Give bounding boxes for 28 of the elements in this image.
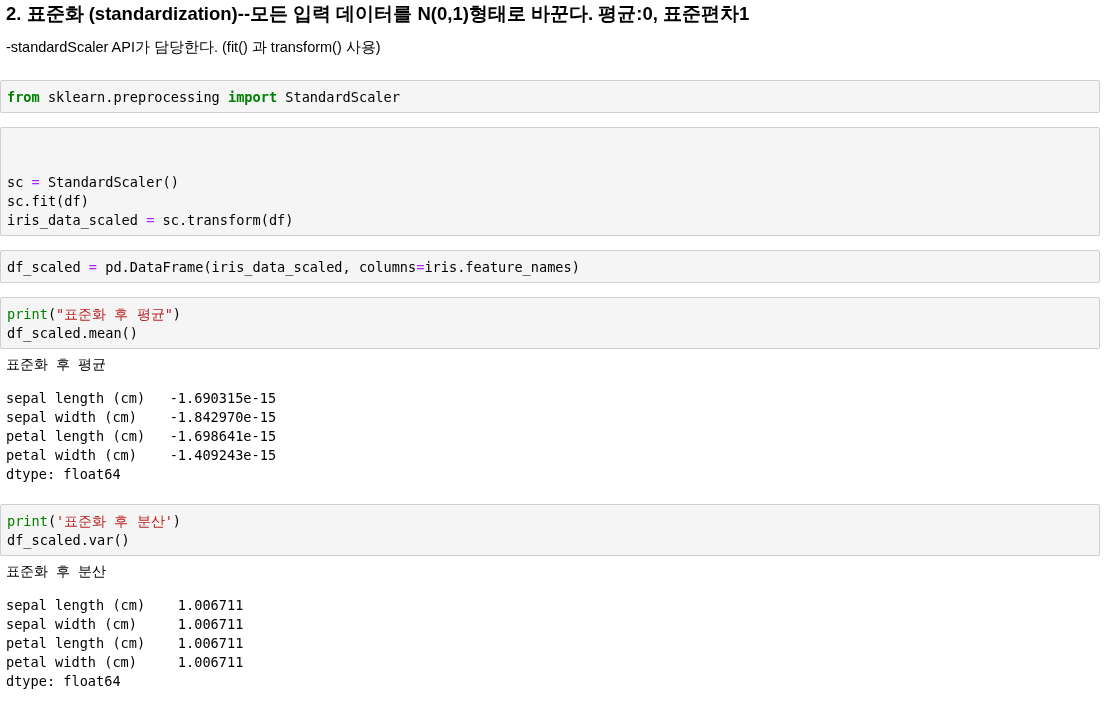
output-line: petal width (cm) 1.006711 xyxy=(6,653,244,672)
output-line: dtype: float64 xyxy=(6,465,121,484)
code-cell[interactable]: sc = StandardScaler() sc.fit(df) iris_data_scaled = sc.transform(df) xyxy=(0,127,1100,236)
code-line: print('표준화 후 분산') xyxy=(7,512,182,531)
output-line: sepal length (cm) -1.690315e-15 xyxy=(6,389,277,408)
output-line: petal width (cm) -1.409243e-15 xyxy=(6,446,277,465)
code-line: df_scaled = pd.DataFrame(iris_data_scaled, columns=iris.feature_names) xyxy=(7,258,580,277)
output-text: 표준화 후 평균 xyxy=(6,355,107,374)
code-line: df_scaled.var() xyxy=(7,531,130,550)
code-cell[interactable]: df_scaled = pd.DataFrame(iris_data_scaled, columns=iris.feature_names) xyxy=(0,250,1100,283)
code-cell[interactable]: print("표준화 후 평균") df_scaled.mean() xyxy=(0,297,1100,349)
output-text: 표준화 후 분산 xyxy=(6,562,107,581)
section-heading: 2. 표준화 (standardization)--모든 입력 데이터를 N(0,1)형태로 바꾼다. 평균:0, 표준편차1 xyxy=(5,2,751,26)
code-cell[interactable]: from sklearn.preprocessing import StandardScaler xyxy=(0,80,1100,113)
code-line: iris_data_scaled = sc.transform(df) xyxy=(7,211,294,230)
output-line: sepal length (cm) 1.006711 xyxy=(6,596,244,615)
description-text: -standardScaler API가 담당한다. (fit() 과 transform() 사용) xyxy=(5,38,382,57)
code-cell[interactable]: print('표준화 후 분산') df_scaled.var() xyxy=(0,504,1100,556)
code-line: df_scaled.mean() xyxy=(7,324,138,343)
output-line: sepal width (cm) 1.006711 xyxy=(6,615,244,634)
output-line: petal length (cm) 1.006711 xyxy=(6,634,244,653)
output-line: petal length (cm) -1.698641e-15 xyxy=(6,427,277,446)
code-line: sc.fit(df) xyxy=(7,192,89,211)
code-line: sc = StandardScaler() xyxy=(7,173,179,192)
output-line: sepal width (cm) -1.842970e-15 xyxy=(6,408,277,427)
code-line: print("표준화 후 평균") xyxy=(7,305,182,324)
code-line: from sklearn.preprocessing import StandardScaler xyxy=(7,88,400,107)
output-line: dtype: float64 xyxy=(6,672,121,691)
